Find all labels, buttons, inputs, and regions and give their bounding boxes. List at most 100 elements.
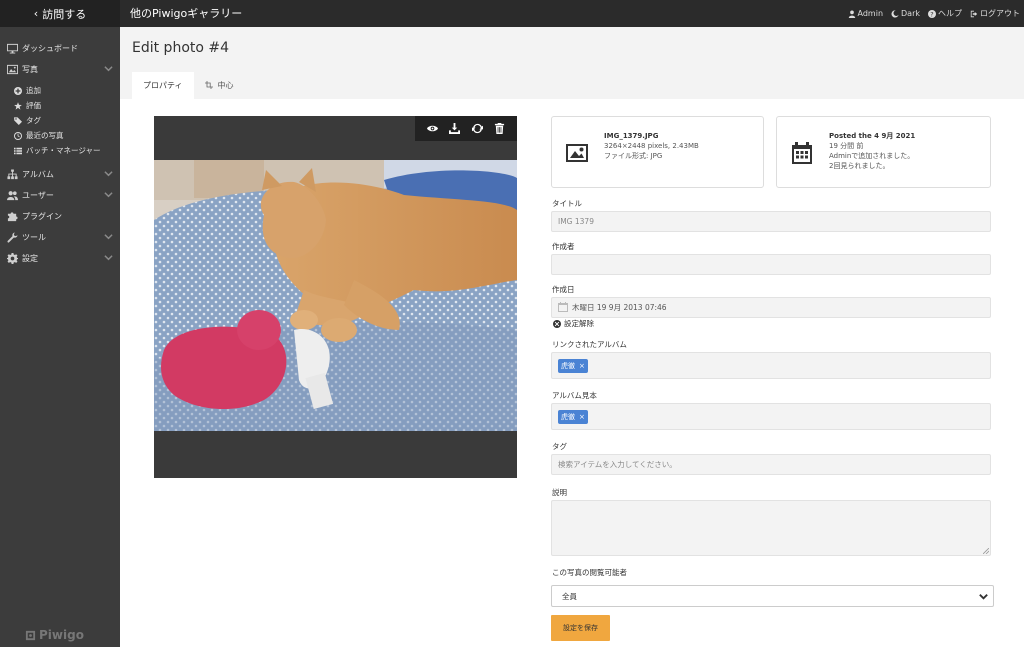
sidebar-item-settings[interactable]: 設定 <box>0 248 120 269</box>
save-label: 設定を保存 <box>563 624 598 632</box>
sync-button[interactable] <box>471 123 483 135</box>
description-label: 説明 <box>552 488 567 497</box>
tags-label: タグ <box>552 442 567 451</box>
delete-button[interactable] <box>494 123 506 135</box>
representative-album-chip[interactable]: 虎徹 × <box>558 409 588 424</box>
star-icon <box>13 101 22 110</box>
photo-image <box>154 160 517 431</box>
author-label: 作成者 <box>552 242 575 251</box>
chip-label: 虎徹 <box>561 412 575 421</box>
view-count: 2回見られました。 <box>829 162 890 170</box>
sitemap-icon <box>6 169 18 180</box>
sidebar-item-photos[interactable]: 写真 <box>0 59 120 80</box>
visit-label: 訪問する <box>42 7 87 21</box>
list-icon <box>13 147 22 154</box>
users-icon <box>6 191 18 201</box>
posted-ago: 19 分間 前 <box>829 142 864 150</box>
question-icon: ? <box>928 9 936 18</box>
trash-icon <box>495 123 505 134</box>
gallery-title[interactable]: 他のPiwigoギャラリー <box>130 0 242 27</box>
privacy-select[interactable]: 全員 <box>551 585 994 607</box>
sidebar-label: ダッシュボード <box>22 44 78 53</box>
sidebar-item-dashboard[interactable]: ダッシュボード <box>0 38 120 59</box>
wrench-icon <box>6 232 18 243</box>
sidebar-item-users[interactable]: ユーザー <box>0 185 120 206</box>
puzzle-icon <box>7 212 18 222</box>
sidebar-label: プラグイン <box>22 212 62 221</box>
chevron-down-icon <box>979 594 988 600</box>
logout-icon <box>970 10 978 17</box>
help-link[interactable]: ? ヘルプ <box>928 8 962 19</box>
post-info-card: Posted the 4 9月 2021 19 分間 前 Adminで追加されま… <box>776 116 991 188</box>
view-button[interactable] <box>426 123 438 135</box>
representative-input[interactable]: 虎徹 × <box>551 403 991 430</box>
file-dimensions: 3264×2448 pixels, 2.43MB <box>604 142 699 150</box>
theme-toggle[interactable]: Dark <box>891 9 920 18</box>
tags-placeholder: 検索アイテムを入力してください。 <box>558 460 677 469</box>
title-label: タイトル <box>552 199 582 208</box>
chevron-down-icon <box>104 171 113 177</box>
author-input[interactable] <box>551 254 991 275</box>
sidebar-subitem-add[interactable]: 追加 <box>0 83 120 98</box>
unset-label: 設定解除 <box>564 319 594 328</box>
unset-date-link[interactable]: 設定解除 <box>553 318 594 329</box>
sidebar-label: ユーザー <box>22 191 54 200</box>
date-value: 木曜日 19 9月 2013 07:46 <box>572 303 667 312</box>
sidebar-label: アルバム <box>22 170 54 179</box>
logout-label: ログアウト <box>980 9 1020 18</box>
sidebar-subitem-batch-manager[interactable]: バッチ・マネージャー <box>0 143 120 158</box>
user-icon <box>848 10 855 18</box>
privacy-label: この写真の閲覧可能者 <box>552 568 627 577</box>
sidebar-item-tools[interactable]: ツール <box>0 227 120 248</box>
help-label: ヘルプ <box>938 9 962 18</box>
tab-center[interactable]: 中心 <box>194 72 245 99</box>
download-icon <box>449 123 461 134</box>
date-input[interactable]: 木曜日 19 9月 2013 07:46 <box>551 297 991 318</box>
subitem-label: 追加 <box>26 86 41 95</box>
logout-link[interactable]: ログアウト <box>970 8 1020 19</box>
file-info-card: IMG_1379.JPG 3264×2448 pixels, 2.43MB ファ… <box>551 116 764 188</box>
sidebar-item-albums[interactable]: アルバム <box>0 164 120 185</box>
sidebar-item-plugins[interactable]: プラグイン <box>0 206 120 227</box>
download-button[interactable] <box>449 123 461 135</box>
theme-label: Dark <box>901 9 920 18</box>
remove-chip-icon[interactable]: × <box>579 362 585 370</box>
resize-grip-icon[interactable] <box>983 548 989 554</box>
visit-gallery-button[interactable]: ‹ 訪問する <box>0 0 120 27</box>
remove-chip-icon[interactable]: × <box>579 413 585 421</box>
tab-properties[interactable]: プロパティ <box>132 72 194 99</box>
logo-text: Piwigo <box>39 628 84 642</box>
image-icon <box>6 64 18 75</box>
page-title: Edit photo #4 <box>132 40 230 56</box>
title-input[interactable]: IMG 1379 <box>551 211 991 232</box>
moon-icon <box>891 9 899 18</box>
tag-icon <box>13 116 22 125</box>
tab-label: 中心 <box>217 81 234 90</box>
refresh-icon <box>471 123 483 134</box>
photo-preview <box>154 116 517 478</box>
subitem-label: 評価 <box>26 101 41 110</box>
subitem-label: バッチ・マネージャー <box>26 146 101 155</box>
sidebar-subitem-tags[interactable]: タグ <box>0 113 120 128</box>
piwigo-logo: Piwigo <box>25 628 84 642</box>
linked-albums-input[interactable]: 虎徹 × <box>551 352 991 379</box>
title-value: IMG 1379 <box>558 217 594 226</box>
privacy-value: 全員 <box>562 591 577 601</box>
description-textarea[interactable] <box>551 500 991 556</box>
posted-date: Posted the 4 9月 2021 <box>829 132 916 140</box>
plus-circle-icon <box>13 86 22 95</box>
tab-label: プロパティ <box>143 81 183 90</box>
user-menu: Admin Dark ? ヘルプ ログアウト <box>848 0 1020 27</box>
chevron-down-icon <box>104 192 113 198</box>
tags-input[interactable]: 検索アイテムを入力してください。 <box>551 454 991 475</box>
sidebar-subitem-recent[interactable]: 最近の写真 <box>0 128 120 143</box>
chevron-down-icon <box>104 66 113 72</box>
crop-icon <box>204 80 213 89</box>
file-format: ファイル形式: JPG <box>604 152 663 160</box>
save-settings-button[interactable]: 設定を保存 <box>551 615 610 641</box>
linked-album-chip[interactable]: 虎徹 × <box>558 358 588 373</box>
tab-bar: プロパティ 中心 <box>132 72 245 99</box>
user-link[interactable]: Admin <box>848 9 883 18</box>
sidebar-subitem-rating[interactable]: 評価 <box>0 98 120 113</box>
piwigo-logo-icon <box>25 630 36 640</box>
